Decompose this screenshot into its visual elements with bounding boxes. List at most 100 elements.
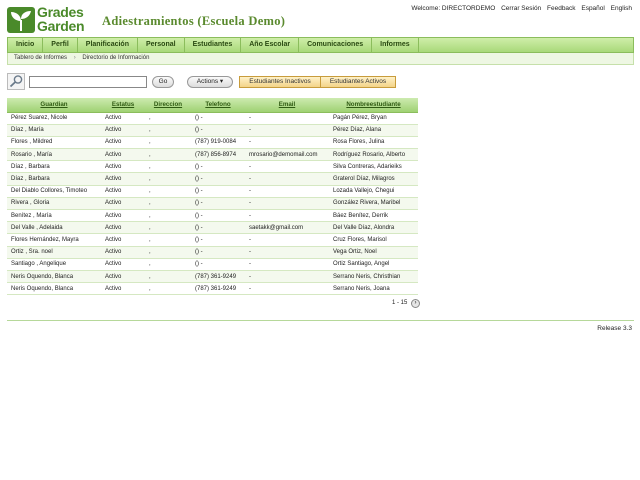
header-email[interactable]: Email (245, 98, 329, 113)
cell-estatus: Activo (101, 172, 145, 186)
cell-telefono: (787) 361-9249 (191, 282, 245, 296)
nav-personal[interactable]: Personal (138, 38, 185, 52)
cell-telefono: (787) 361-9249 (191, 270, 245, 284)
cell-nombreestudiante: Rodríguez Rosario, Alberto (329, 148, 418, 162)
cell-estatus: Activo (101, 185, 145, 198)
table-row[interactable]: Flores , Mildred Activo, (787) 919-0084- Ro… (7, 136, 418, 150)
cell-guardian: Díaz , Barbara (7, 172, 101, 186)
next-page-icon[interactable]: › (411, 299, 421, 308)
logo-line2: Garden (37, 18, 85, 34)
cell-telefono: () - (191, 124, 245, 137)
search-input[interactable] (29, 76, 147, 88)
header-estatus[interactable]: Estatus (101, 98, 145, 113)
table-row[interactable]: Pérez Suarez, Nicole Activo,() - - Pagán Pé… (7, 112, 418, 125)
table-row[interactable]: Díaz , María Activo,() - - Pérez Díaz, Alan… (7, 124, 418, 137)
cell-telefono: () - (191, 246, 245, 259)
table-row[interactable]: Ortiz , Sra. noel Activo,() - - Vega Ortiz,… (7, 246, 418, 259)
nav-inicio[interactable]: Inicio (8, 38, 44, 52)
nav-informes[interactable]: Informes (372, 38, 419, 52)
table-row[interactable]: Del Diablo Collores, Timoteo Activo,() --… (7, 185, 418, 198)
table-row[interactable]: Flores Hernández, Mayra Activo,() - - Cruz … (7, 233, 418, 247)
cell-nombreestudiante: Pérez Díaz, Alana (329, 124, 418, 137)
cell-email: - (245, 172, 329, 186)
table-row[interactable]: Rosario , María Activo, (787) 856-8974 mros… (7, 148, 418, 162)
breadcrumb: Tablero de Informes › Directorio de Info… (7, 53, 634, 65)
table-row[interactable]: Neris Oquendo, Blanca Activo, (787) 361-92… (7, 270, 418, 284)
cell-email: - (245, 209, 329, 223)
table-row[interactable]: Rivera , Gloria Activo,() - - González Rive… (7, 197, 418, 211)
table-row[interactable]: Díaz , Barbara Activo,() - - Silva Contrera… (7, 160, 418, 174)
cell-nombreestudiante: Vega Ortiz, Noel (329, 246, 418, 259)
cell-telefono: () - (191, 160, 245, 174)
table-row[interactable]: Santiago , Angelique Activo,() - - Ortiz Sa… (7, 258, 418, 271)
cell-estatus: Activo (101, 148, 145, 162)
grades-garden-logo[interactable]: Grades Garden (7, 5, 93, 35)
feedback-link[interactable]: Feedback (547, 5, 576, 12)
directory-table: Guardian Estatus Direccion Telefono Emai… (7, 98, 418, 296)
header-direccion[interactable]: Direccion (145, 98, 191, 113)
table-row[interactable]: Díaz , Barbara Activo,() - - Graterol Díaz,… (7, 172, 418, 186)
cell-guardian: Rosario , María (7, 148, 101, 162)
page-title: Adiestramientos (Escuela Demo) (102, 14, 286, 28)
spanish-link[interactable]: Español (581, 5, 605, 12)
cell-email: - (245, 160, 329, 174)
cell-estatus: Activo (101, 221, 145, 235)
cell-nombreestudiante: Serrano Neris, Joana (329, 282, 418, 296)
cell-email: - (245, 112, 329, 125)
cell-guardian: Neris Oquendo, Blanca (7, 282, 101, 296)
cell-estatus: Activo (101, 160, 145, 174)
cell-telefono: () - (191, 185, 245, 198)
cell-guardian: Del Diablo Collores, Timoteo (7, 185, 101, 198)
search-icon[interactable] (7, 73, 25, 90)
cell-email: - (245, 282, 329, 296)
nav-planificacion[interactable]: Planificación (78, 38, 138, 52)
nav-comunicaciones[interactable]: Comunicaciones (299, 38, 373, 52)
cell-estatus: Activo (101, 270, 145, 284)
cell-nombreestudiante: Del Valle Díaz, Alondra (329, 221, 418, 235)
cell-direccion: , (145, 172, 191, 186)
cell-estatus: Activo (101, 197, 145, 211)
table-row[interactable]: Neris Oquendo, Blanca Activo, (787) 361-92… (7, 282, 418, 296)
inactive-students-button[interactable]: Estudiantes Inactivos (239, 76, 321, 88)
cell-guardian: Benítez , María (7, 209, 101, 223)
nav-ano-escolar[interactable]: Año Escolar (241, 38, 300, 52)
nav-estudiantes[interactable]: Estudiantes (185, 38, 242, 52)
cell-direccion: , (145, 124, 191, 137)
toolbar: Go Actions ▾ Estudiantes Inactivos Estud… (7, 72, 419, 92)
cell-telefono: () - (191, 258, 245, 271)
cell-direccion: , (145, 160, 191, 174)
cell-estatus: Activo (101, 136, 145, 150)
cell-telefono: (787) 919-0084 (191, 136, 245, 150)
cell-guardian: Del Valle , Adelaida (7, 221, 101, 235)
cell-email: - (245, 185, 329, 198)
cell-direccion: , (145, 148, 191, 162)
cell-direccion: , (145, 282, 191, 296)
cell-guardian: Ortiz , Sra. noel (7, 246, 101, 259)
welcome-text: Welcome: DIRECTORDEMO (411, 5, 496, 12)
actions-button[interactable]: Actions ▾ (187, 76, 233, 88)
go-button[interactable]: Go (152, 76, 174, 88)
header-telefono[interactable]: Telefono (191, 98, 245, 113)
logout-link[interactable]: Cerrar Sesión (501, 5, 541, 12)
breadcrumb-tablero[interactable]: Tablero de Informes (14, 55, 67, 61)
release-label: Release 3.3 (597, 325, 632, 332)
cell-estatus: Activo (101, 112, 145, 125)
cell-estatus: Activo (101, 282, 145, 296)
cell-guardian: Pérez Suarez, Nicole (7, 112, 101, 125)
header-nombreestudiante[interactable]: Nombreestudiante (329, 98, 418, 113)
table-row[interactable]: Del Valle , Adelaida Activo,() - saetakk@g… (7, 221, 418, 235)
english-link[interactable]: English (611, 5, 632, 12)
table-row[interactable]: Benítez , María Activo,() - - Báez Benítez,… (7, 209, 418, 223)
cell-guardian: Rivera , Gloria (7, 197, 101, 211)
cell-telefono: () - (191, 172, 245, 186)
cell-direccion: , (145, 112, 191, 125)
cell-direccion: , (145, 246, 191, 259)
cell-nombreestudiante: Silva Contreras, Adarieiks (329, 160, 418, 174)
breadcrumb-directorio: Directorio de Información (82, 55, 150, 61)
cell-nombreestudiante: Ortiz Santiago, Angel (329, 258, 418, 271)
nav-perfil[interactable]: Perfil (43, 38, 78, 52)
header-guardian[interactable]: Guardian (7, 98, 101, 113)
cell-direccion: , (145, 209, 191, 223)
active-students-button[interactable]: Estudiantes Activos (320, 76, 396, 88)
cell-nombreestudiante: Graterol Díaz, Milagros (329, 172, 418, 186)
